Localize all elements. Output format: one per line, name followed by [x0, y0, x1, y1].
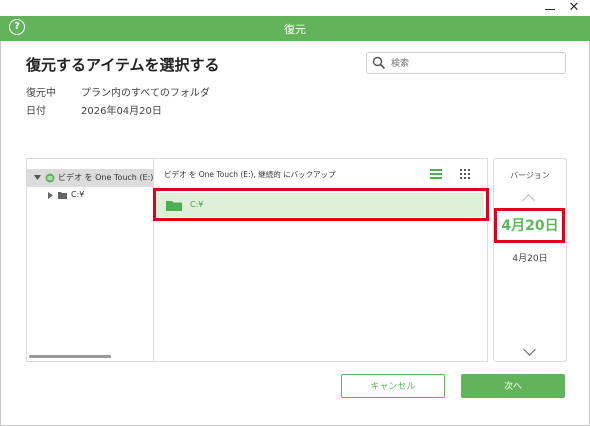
grid-view-icon[interactable]: [460, 169, 470, 179]
folder-tree: ビデオ を One Touch (E:), 継 C:¥: [26, 158, 155, 362]
search-box[interactable]: [366, 52, 566, 74]
search-input[interactable]: [389, 55, 563, 72]
file-list-header: ビデオ を One Touch (E:), 継続的 にバックアップ: [164, 170, 336, 179]
version-pane: バージョン 4月20日 4月20日: [493, 158, 567, 362]
close-button[interactable]: ✕: [565, 0, 583, 16]
chevron-up-icon[interactable]: [522, 194, 535, 207]
file-name: C:¥: [190, 200, 204, 209]
horizontal-scrollbar[interactable]: [29, 355, 111, 358]
next-button[interactable]: 次へ: [461, 374, 565, 398]
list-view-icon[interactable]: [430, 169, 442, 179]
cancel-button[interactable]: キャンセル: [341, 374, 445, 398]
tree-root-label: ビデオ を One Touch (E:), 継: [58, 173, 155, 182]
page-title: 復元するアイテムを選択する: [26, 56, 220, 74]
tree-item-root[interactable]: ビデオ を One Touch (E:), 継: [27, 169, 154, 187]
current-version[interactable]: 4月20日: [494, 215, 566, 235]
chevron-down-icon[interactable]: [523, 343, 536, 356]
window-title: 復元: [284, 23, 306, 36]
tree-child-label: C:¥: [71, 190, 85, 199]
version-title: バージョン: [510, 171, 550, 180]
restore-label: 復元中: [26, 88, 56, 99]
folder-icon: [166, 201, 182, 211]
file-list-pane: ビデオ を One Touch (E:), 継続的 にバックアップ C:¥: [153, 158, 488, 362]
tree-item-c-drive[interactable]: C:¥: [27, 186, 154, 204]
window-chrome: ✕: [0, 0, 590, 16]
restore-value: プラン内のすべてのフォルダ: [81, 88, 210, 99]
minimize-button[interactable]: [540, 1, 560, 15]
folder-icon: [58, 192, 67, 199]
search-icon: [372, 56, 386, 70]
collapse-arrow-icon[interactable]: [48, 192, 53, 199]
backup-plan-icon: [45, 173, 55, 183]
version-item[interactable]: 4月20日: [494, 251, 566, 264]
expand-arrow-icon[interactable]: [34, 175, 41, 181]
title-bar: ? 復元: [0, 16, 590, 41]
list-item[interactable]: C:¥: [156, 193, 484, 217]
date-value: 2026年04月20日: [81, 106, 162, 117]
date-label: 日付: [26, 106, 46, 117]
